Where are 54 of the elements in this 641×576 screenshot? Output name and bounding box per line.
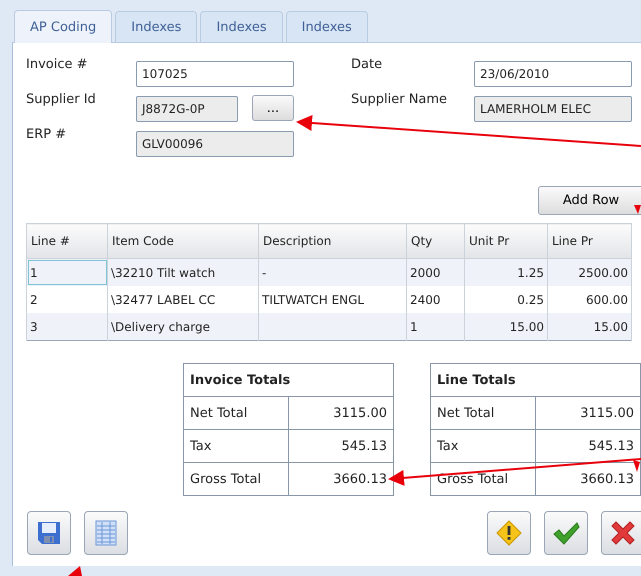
close-icon xyxy=(609,519,637,547)
input-field[interactable]: 107025 xyxy=(136,61,294,87)
column-header[interactable]: Item Code xyxy=(108,224,258,258)
column-header[interactable]: Line Pr xyxy=(548,224,632,258)
column-header[interactable]: Description xyxy=(258,224,406,258)
table-cell: 15.00 xyxy=(464,313,548,340)
table-cell: 1.25 xyxy=(464,258,548,286)
warning-button[interactable] xyxy=(487,511,531,555)
input-field[interactable]: 23/06/2010 xyxy=(474,61,632,87)
totals-title: Line Totals xyxy=(430,364,640,396)
browse-button[interactable]: ... xyxy=(252,95,294,121)
tab[interactable]: Indexes xyxy=(200,11,283,42)
table-cell: Net Total xyxy=(184,396,288,430)
table-cell: \32210 Tilt watch xyxy=(108,258,258,286)
table-cell: 2500.00 xyxy=(548,258,632,286)
table-cell: 3660.13 xyxy=(288,462,394,496)
add-row-button[interactable]: Add Row xyxy=(538,186,641,215)
field-label: ERP # xyxy=(26,127,68,142)
column-header[interactable]: Qty xyxy=(406,224,464,258)
annotation-arrow xyxy=(68,566,82,576)
table-cell: Tax xyxy=(430,430,536,462)
totals-title: Invoice Totals xyxy=(184,364,394,396)
column-header[interactable]: Line # xyxy=(26,224,108,258)
table-cell: 3115.00 xyxy=(288,396,394,430)
table-cell: 1 xyxy=(406,313,464,340)
table-cell: Tax xyxy=(184,430,288,462)
tab[interactable]: Indexes xyxy=(286,11,368,42)
list-icon xyxy=(94,520,118,546)
table-cell: 1 xyxy=(26,258,108,286)
column-header[interactable]: Unit Pr xyxy=(464,224,548,258)
input-field[interactable]: J8872G-0P xyxy=(136,96,238,122)
warning-icon xyxy=(495,519,523,547)
field-label: Date xyxy=(351,57,384,72)
table-cell: - xyxy=(258,258,406,286)
field-label: Supplier Id xyxy=(26,92,97,107)
table-cell: \Delivery charge xyxy=(108,313,258,340)
field-label: Invoice # xyxy=(26,57,89,72)
tab[interactable]: Indexes xyxy=(115,11,198,42)
table-cell: Net Total xyxy=(430,396,536,430)
tab[interactable]: AP Coding xyxy=(14,10,112,43)
approve-button[interactable] xyxy=(544,511,588,555)
table-cell: Gross Total xyxy=(184,462,288,496)
table-cell: 3 xyxy=(26,313,108,340)
reject-button[interactable] xyxy=(601,511,641,555)
table-cell: 15.00 xyxy=(548,313,632,340)
table-cell: 2000 xyxy=(406,258,464,286)
table-cell: 3115.00 xyxy=(536,396,640,430)
input-field[interactable]: GLV00096 xyxy=(136,131,294,157)
table-cell: 545.13 xyxy=(288,430,394,462)
input-field[interactable]: LAMERHOLM ELEC xyxy=(474,96,632,122)
save-button[interactable] xyxy=(27,511,71,555)
field-label: Supplier Name xyxy=(351,92,448,107)
annotation-arrow xyxy=(634,205,641,214)
list-button[interactable] xyxy=(84,511,128,555)
